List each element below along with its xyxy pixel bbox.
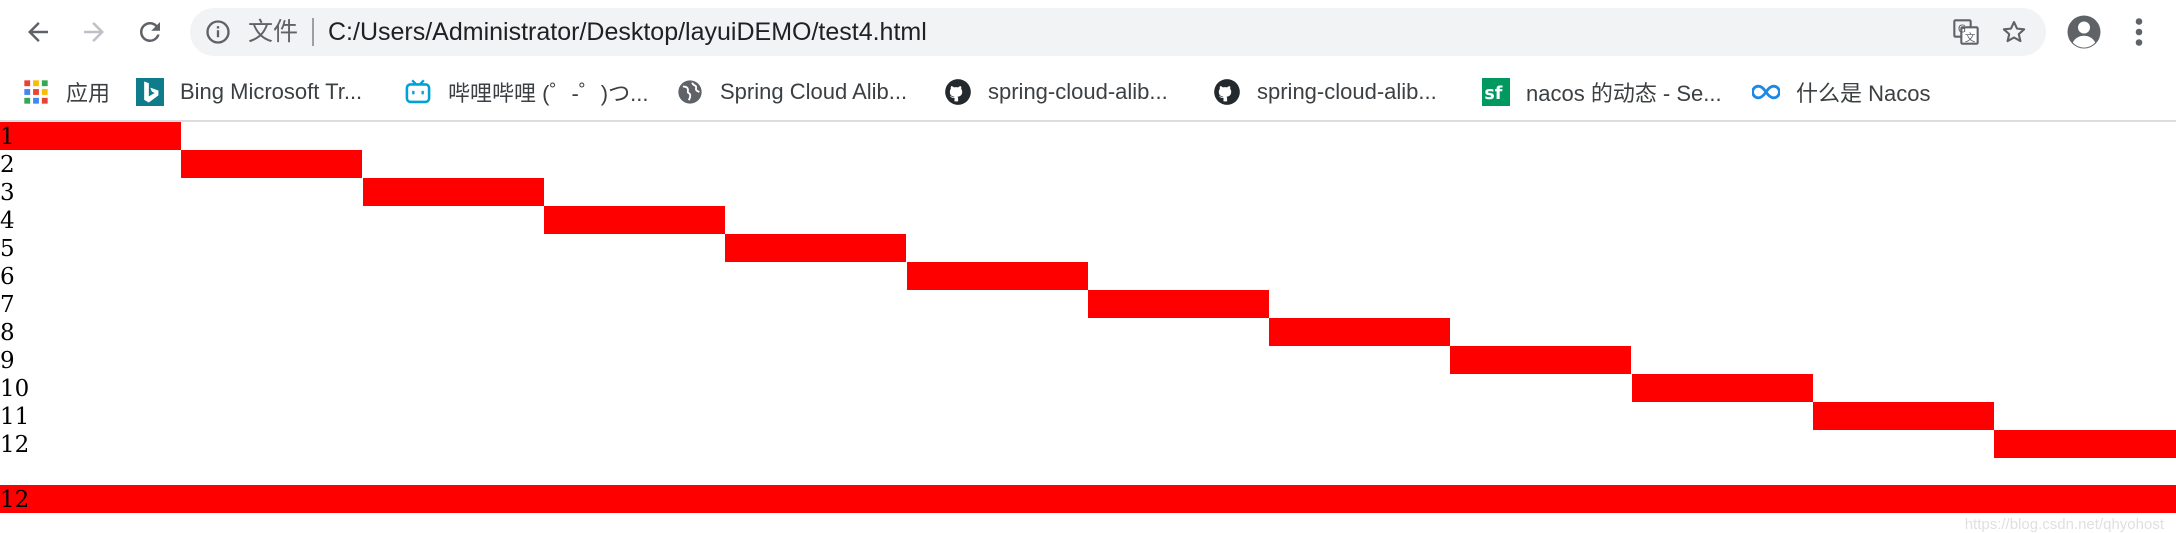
row-bar [1813,402,1994,430]
back-button[interactable] [14,8,62,56]
row-bar [1632,374,1813,402]
profile-avatar-icon[interactable] [2066,14,2102,50]
staircase-row: 8 [0,318,2176,346]
staircase-row: 11 [0,402,2176,430]
row-number: 4 [0,208,15,234]
bookmark-star-icon[interactable] [2000,18,2028,46]
row-bar [1269,318,1450,346]
staircase-row: 2 [0,150,2176,178]
row-number: 8 [0,320,15,346]
row-number: 12 [0,432,30,458]
row-bar [1088,290,1269,318]
svg-text:文: 文 [1965,31,1976,44]
bookmarks-bar: 应用 Bing Microsoft Tr... 哔哩哔哩 (゜-゜)つ... S… [0,64,2176,122]
back-arrow-icon [28,22,48,42]
bookmark-label: 哔哩哔哩 (゜-゜)つ... [448,81,649,106]
translate-icon[interactable]: G 文 [1952,18,1980,46]
bookmark-github-1[interactable]: spring-cloud-alib... [944,74,1168,110]
row-number: 3 [0,180,15,206]
staircase-row: 12 [0,430,2176,458]
url-text[interactable]: C:/Users/Administrator/Desktop/layuiDEMO… [328,8,927,56]
row-bar [1450,346,1631,374]
bookmark-label: Bing Microsoft Tr... [180,79,363,104]
staircase-row: 6 [0,262,2176,290]
row-bar [0,485,2176,513]
globe-icon [676,78,704,106]
bookmark-github-2[interactable]: spring-cloud-alib... [1213,74,1437,110]
more-menu-icon[interactable] [2124,14,2154,50]
github-icon [1213,78,1241,106]
row-number: 11 [0,404,30,430]
bookmark-label: 应用 [66,81,111,106]
bottom-row: 12 [0,485,2176,513]
staircase-row: 10 [0,374,2176,402]
scheme-label: 文件 [248,18,299,46]
svg-text:sf: sf [1484,84,1502,104]
forward-arrow-icon [84,22,104,42]
bilibili-icon [404,78,432,106]
bookmark-nacos[interactable]: 什么是 Nacos [1752,74,1930,110]
nacos-icon [1752,78,1780,106]
row-bar [363,178,544,206]
row-number: 10 [0,376,30,402]
browser-toolbar: 文件 C:/Users/Administrator/Desktop/layuiD… [0,0,2176,64]
staircase-row: 1 [0,122,2176,150]
bookmark-segmentfault[interactable]: sf nacos 的动态 - Se... [1482,74,1722,110]
bookmark-label: Spring Cloud Alib... [720,79,908,104]
row-number: 5 [0,236,15,262]
row-bar [1994,430,2176,458]
staircase-row: 3 [0,178,2176,206]
row-number: 9 [0,348,15,374]
staircase-row: 7 [0,290,2176,318]
row-number: 1 [0,124,15,150]
bookmark-label: spring-cloud-alib... [988,79,1168,104]
bookmark-label: nacos 的动态 - Se... [1526,81,1722,106]
row-bar [544,206,725,234]
row-number: 2 [0,152,15,178]
row-bar [725,234,906,262]
segmentfault-icon: sf [1482,78,1510,106]
bing-icon [136,78,164,106]
row-number: 7 [0,292,15,318]
bookmark-apps[interactable]: 应用 [22,74,110,110]
row-bar [0,122,181,150]
watermark-text: https://blog.csdn.net/qhyohost [1964,516,2164,533]
row-number: 6 [0,264,15,290]
address-separator [312,18,314,46]
row-bar [907,262,1088,290]
bookmark-bilibili[interactable]: 哔哩哔哩 (゜-゜)つ... [404,74,648,110]
staircase-row: 5 [0,234,2176,262]
staircase-row: 9 [0,346,2176,374]
info-icon[interactable] [204,18,232,46]
bookmark-bing[interactable]: Bing Microsoft Tr... [136,74,362,110]
page-content: 1 2 3 4 5 6 7 8 9 10 11 12 12 https://blog.csdn.net… [0,121,2176,533]
reload-button[interactable] [126,8,174,56]
bookmark-label: 什么是 Nacos [1796,81,1931,106]
bookmark-label: spring-cloud-alib... [1257,79,1437,104]
reload-icon [139,21,160,42]
apps-grid-icon [22,78,50,106]
row-number: 12 [0,487,30,513]
staircase-row: 4 [0,206,2176,234]
row-bar [181,150,362,178]
bookmark-spring-cloud[interactable]: Spring Cloud Alib... [676,74,907,110]
address-bar[interactable]: 文件 C:/Users/Administrator/Desktop/layuiD… [190,8,2046,56]
github-icon [944,78,972,106]
forward-button[interactable] [70,8,118,56]
